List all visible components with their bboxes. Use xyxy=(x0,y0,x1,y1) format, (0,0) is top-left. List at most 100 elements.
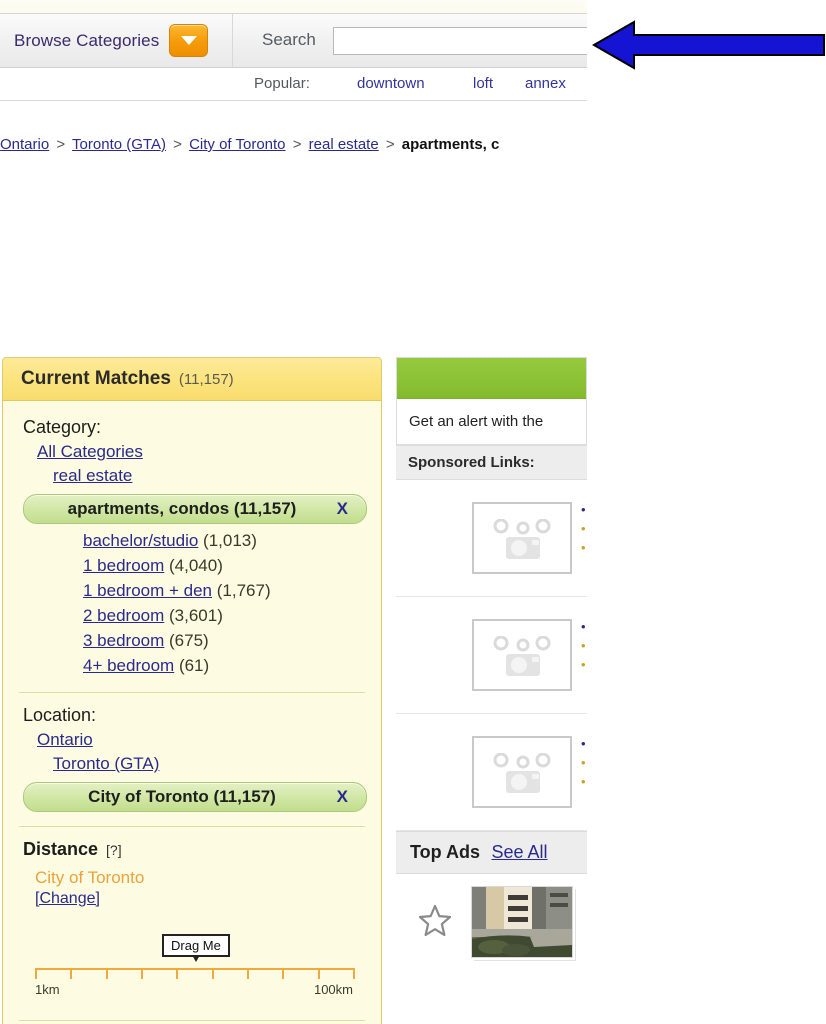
category-child-1-bedroom[interactable]: 1 bedroom xyxy=(83,556,164,575)
browse-categories-button[interactable]: Browse Categories xyxy=(0,14,233,67)
top-ads-see-all-link[interactable]: See All xyxy=(491,842,547,862)
top-ads-title: Top Ads xyxy=(410,842,480,862)
breadcrumb-separator: > xyxy=(292,136,302,153)
location-toronto-gta-link[interactable]: Toronto (GTA) xyxy=(3,752,381,776)
breadcrumb-separator: > xyxy=(173,136,182,153)
distance-slider-tick xyxy=(70,968,73,979)
breadcrumb-separator: > xyxy=(385,136,395,153)
category-child-2-bedroom[interactable]: 2 bedroom xyxy=(83,606,164,625)
sponsored-links-label: Sponsored Links: xyxy=(396,445,587,480)
list-item: 1 bedroom (4,040) xyxy=(3,553,381,578)
distance-section-label: Distance [?] xyxy=(3,839,381,860)
sponsored-link-text[interactable]: • • • xyxy=(581,617,587,674)
category-child-4plus-bedroom[interactable]: 4+ bedroom xyxy=(83,656,174,675)
distance-place: City of Toronto xyxy=(35,868,145,887)
top-ads-bar: Top Ads See All xyxy=(396,831,587,874)
distance-slider-min-label: 1km xyxy=(35,982,60,997)
location-section-label: Location: xyxy=(23,705,97,725)
distance-slider-tick xyxy=(317,968,320,979)
distance-slider-handle-label: Drag Me xyxy=(171,938,221,953)
current-matches-header: Current Matches (11,157) xyxy=(3,358,381,401)
current-matches-body: Category: All Categories real estate apa… xyxy=(3,401,381,1024)
email-alert-text: Get an alert with the xyxy=(409,413,544,430)
current-matches-panel: Current Matches (11,157) Category: All C… xyxy=(2,357,382,1024)
distance-change-link[interactable]: [Change] xyxy=(35,890,100,907)
email-alert-card: Get an alert with the xyxy=(396,357,587,445)
category-child-count: (1,767) xyxy=(216,581,271,600)
distance-slider-tick xyxy=(211,968,214,979)
sponsored-link-row[interactable]: • • • xyxy=(396,480,587,597)
distance-slider-tick xyxy=(176,968,179,979)
page-title: Current Matches xyxy=(21,368,171,389)
distance-slider-tick xyxy=(141,968,143,979)
browse-categories-label: Browse Categories xyxy=(14,30,160,50)
sponsored-link-text[interactable]: • • • xyxy=(581,734,587,791)
category-dropdown-button[interactable] xyxy=(169,24,209,57)
selected-category-label: apartments, condos (11,157) xyxy=(67,499,297,518)
location-ontario-link[interactable]: Ontario xyxy=(3,728,381,752)
category-child-1-bedroom-den[interactable]: 1 bedroom + den xyxy=(83,581,212,600)
popular-label: Popular: xyxy=(254,75,310,92)
divider xyxy=(19,1020,365,1021)
popular-link-downtown[interactable]: downtown xyxy=(357,75,425,92)
category-section-label: Category: xyxy=(23,417,102,437)
list-item: 2 bedroom (3,601) xyxy=(3,603,381,628)
remove-location-filter-button[interactable]: X xyxy=(337,787,348,807)
left-arrow-icon xyxy=(590,14,826,81)
distance-slider-tick xyxy=(282,968,285,979)
search-bar: Browse Categories Search xyxy=(0,13,587,68)
selected-location-label: City of Toronto (11,157) xyxy=(88,787,276,806)
right-column: Get an alert with the Sponsored Links: •… xyxy=(396,357,587,974)
distance-slider[interactable]: Drag Me 1km 100km xyxy=(35,934,355,997)
search-label: Search xyxy=(262,30,316,49)
top-ad-item[interactable] xyxy=(396,874,587,974)
sponsored-link-text[interactable]: • • • xyxy=(581,500,587,557)
distance-slider-max-label: 100km xyxy=(313,982,353,997)
category-child-count: (4,040) xyxy=(169,556,223,575)
list-item: 4+ bedroom (61) xyxy=(3,653,381,678)
breadcrumb: Ontario > Toronto (GTA) > City of Toront… xyxy=(0,136,587,158)
popular-link-annex[interactable]: annex xyxy=(525,75,566,92)
breadcrumb-item-toronto-gta[interactable]: Toronto (GTA) xyxy=(72,136,166,153)
top-strip xyxy=(0,0,587,13)
page-content: Browse Categories Search Popular: downto… xyxy=(0,0,587,1024)
sponsored-link-thumbnail[interactable] xyxy=(472,736,572,808)
breadcrumb-separator: > xyxy=(56,136,66,153)
divider xyxy=(19,826,365,827)
distance-change-wrap: [Change] xyxy=(3,890,381,908)
breadcrumb-current: apartments, c xyxy=(401,136,500,153)
email-alert-header xyxy=(397,358,586,399)
camera-placeholder-icon xyxy=(493,752,551,793)
category-child-count: (3,601) xyxy=(169,606,223,625)
top-ad-thumbnail[interactable] xyxy=(471,886,573,958)
selected-location-pill[interactable]: City of Toronto (11,157) X xyxy=(23,782,367,812)
distance-slider-handle[interactable]: Drag Me xyxy=(162,934,230,962)
breadcrumb-item-city-of-toronto[interactable]: City of Toronto xyxy=(189,136,285,153)
search-input[interactable] xyxy=(333,27,587,55)
breadcrumb-item-real-estate[interactable]: real estate xyxy=(309,136,379,153)
sponsored-link-row[interactable]: • • • xyxy=(396,597,587,714)
sponsored-link-thumbnail[interactable] xyxy=(472,502,572,574)
category-all-categories-link[interactable]: All Categories xyxy=(3,440,381,464)
category-child-3-bedroom[interactable]: 3 bedroom xyxy=(83,631,164,650)
current-matches-count: (11,157) xyxy=(178,370,234,388)
distance-slider-track[interactable] xyxy=(35,968,353,970)
remove-category-filter-button[interactable]: X xyxy=(337,499,348,519)
distance-help-icon[interactable]: [?] xyxy=(106,842,122,858)
distance-slider-tick xyxy=(353,968,355,979)
breadcrumb-item-ontario[interactable]: Ontario xyxy=(0,136,49,153)
selected-category-pill[interactable]: apartments, condos (11,157) X xyxy=(23,494,367,524)
distance-slider-tick xyxy=(105,968,108,979)
popular-link-loft[interactable]: loft xyxy=(473,75,493,92)
category-child-bachelor-studio[interactable]: bachelor/studio xyxy=(83,531,198,550)
star-icon[interactable] xyxy=(418,904,452,941)
list-item: 3 bedroom (675) xyxy=(3,628,381,653)
camera-placeholder-icon xyxy=(493,635,551,676)
category-child-count: (1,013) xyxy=(203,531,257,550)
sponsored-link-row[interactable]: • • • xyxy=(396,714,587,831)
camera-placeholder-icon xyxy=(493,518,551,559)
divider xyxy=(19,692,365,693)
chevron-down-icon xyxy=(180,36,197,45)
sponsored-link-thumbnail[interactable] xyxy=(472,619,572,691)
category-real-estate-link[interactable]: real estate xyxy=(3,464,381,488)
